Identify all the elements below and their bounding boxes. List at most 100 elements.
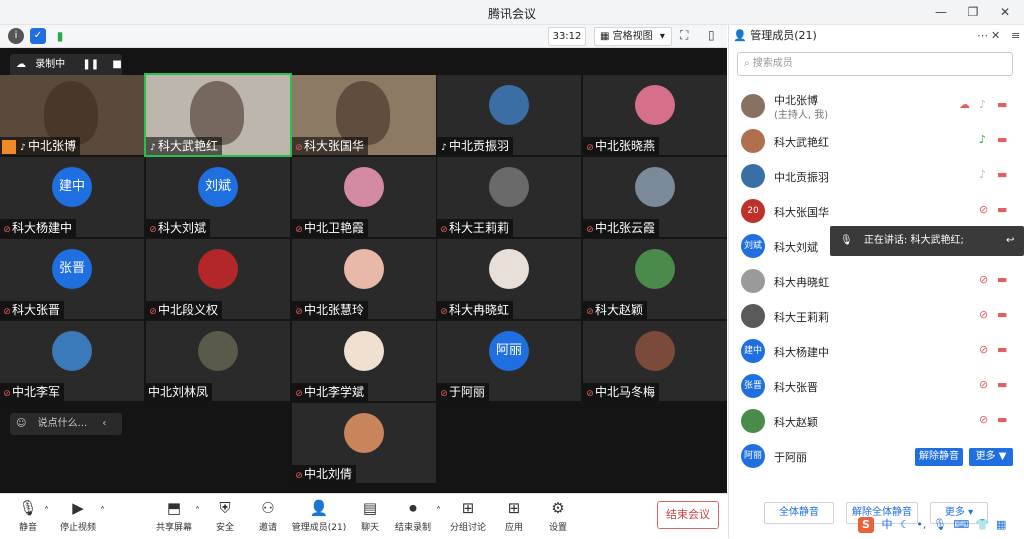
mic-muted-icon[interactable]: ⊘ — [979, 378, 988, 391]
view-switch-button[interactable]: ▦ 宫格视图 ▾ — [594, 27, 672, 46]
camera-off-icon[interactable]: ▬ — [997, 413, 1007, 426]
camera-off-icon[interactable]: ▬ — [997, 133, 1007, 146]
end-record-label: 结束录制 — [394, 523, 431, 533]
sidebar-toggle-icon[interactable]: ▯ — [708, 28, 715, 42]
moon-icon[interactable]: ☾ — [900, 518, 910, 531]
mic-muted-icon[interactable]: ⊘ — [979, 203, 988, 216]
member-row[interactable]: 科大赵颖 ⊘ ▬ — [729, 404, 1024, 438]
camera-off-icon[interactable]: ▬ — [997, 308, 1007, 321]
mic-muted-icon[interactable]: ⊘ — [979, 343, 988, 356]
shirt-icon[interactable]: 👕 — [976, 518, 990, 531]
grid-icon[interactable]: ▦ — [996, 518, 1006, 531]
participant-tile[interactable]: ⊘科大张国华 — [292, 75, 436, 155]
camera-off-icon[interactable]: ▬ — [997, 98, 1007, 111]
signal-icon[interactable]: ▮ — [52, 28, 68, 44]
member-row[interactable]: 20 科大张国华 ⊘ ▬ — [729, 194, 1024, 228]
unmute-button[interactable]: 解除静音 — [915, 448, 963, 466]
close-panel-icon[interactable]: ✕ — [991, 25, 1000, 47]
stop-icon[interactable]: ■ — [112, 59, 121, 70]
panel-header: 👤 管理成员(21) ⋯ ✕ ≡ — [729, 25, 1024, 47]
mute-all-button[interactable]: 全体静音 — [764, 502, 834, 524]
end-meeting-button[interactable]: 结束会议 — [657, 501, 719, 529]
mic-muted-icon[interactable]: ⊘ — [979, 273, 988, 286]
member-row[interactable]: 科大王莉莉 ⊘ ▬ — [729, 299, 1024, 333]
microphone-icon[interactable]: ♪ — [979, 98, 986, 111]
participant-tile[interactable]: 张晋 ⊘科大张晋 — [0, 239, 144, 319]
participant-tile[interactable]: 建中 ⊘科大杨建中 — [0, 157, 144, 237]
participant-tile[interactable]: ⊘中北段义权 — [146, 239, 290, 319]
participant-tile[interactable]: 中北刘林凤 — [146, 321, 290, 401]
member-name: 科大王莉莉 — [774, 311, 829, 324]
more-options-icon[interactable]: ⋯ — [977, 25, 988, 47]
settings-button[interactable]: ⚙ 设置 — [530, 498, 586, 533]
manage-members-button[interactable]: 👤 管理成员(21) — [288, 498, 350, 533]
chat-icon: ▤ — [362, 499, 378, 517]
ime-mode[interactable]: 中 — [882, 518, 893, 531]
participant-name: 中北卫艳霞 — [304, 221, 365, 235]
keyboard-icon[interactable]: ⌨ — [953, 518, 969, 531]
ime-logo-icon[interactable]: S — [858, 517, 874, 533]
camera-off-icon[interactable]: ▬ — [997, 343, 1007, 356]
settings-label: 设置 — [548, 523, 567, 533]
mic-muted-icon[interactable]: ⊘ — [979, 413, 988, 426]
participant-tile[interactable]: ⊘科大王莉莉 — [437, 157, 581, 237]
participant-avatar — [344, 167, 384, 207]
chevron-left-icon[interactable]: ‹ — [102, 418, 106, 429]
panel-scroll-icon[interactable]: ≡ — [1011, 25, 1020, 47]
microphone-icon[interactable]: 🎙 — [933, 518, 947, 531]
participant-tile[interactable]: ♪ 科大武艳红 — [144, 73, 292, 157]
participant-name: 中北张慧玲 — [304, 303, 365, 317]
participant-name: 科大冉晓虹 — [449, 303, 510, 317]
punctuation-icon[interactable]: •, — [916, 518, 926, 531]
camera-off-icon[interactable]: ▬ — [997, 168, 1007, 181]
microphone-icon[interactable]: ♪ — [979, 168, 986, 181]
participant-tile[interactable]: ⊘中北马冬梅 — [583, 321, 727, 401]
member-row[interactable]: 科大冉晓虹 ⊘ ▬ — [729, 264, 1024, 298]
chevron-up-icon[interactable]: ˄ — [44, 506, 49, 517]
fullscreen-icon[interactable]: ⛶ — [680, 28, 688, 43]
member-row[interactable]: 中北张博 (主持人, 我) ♪ ▬ ☁ — [729, 89, 1024, 123]
chevron-up-icon[interactable]: ˄ — [100, 506, 105, 517]
participant-name-label: ⊘中北李学斌 — [292, 383, 369, 401]
member-avatar: 刘斌 — [741, 234, 765, 258]
member-row[interactable]: 建中 科大杨建中 ⊘ ▬ — [729, 334, 1024, 368]
participant-tile[interactable]: ⊘科大赵颖 — [583, 239, 727, 319]
participant-tile[interactable]: ♪ 中北贡振羽 — [437, 75, 581, 155]
participant-tile[interactable]: ⊘中北刘倩 — [292, 403, 436, 483]
member-more-button[interactable]: 更多 ▼ — [969, 448, 1013, 466]
camera-off-icon[interactable]: ▬ — [997, 203, 1007, 216]
member-row[interactable]: 中北贡振羽 ♪ ▬ — [729, 159, 1024, 193]
view-label: 宫格视图 — [612, 31, 653, 42]
end-recording-button[interactable]: ⏺ 结束录制 — [385, 498, 441, 533]
participant-tile[interactable]: ⊘中北张慧玲 — [292, 239, 436, 319]
participant-tile[interactable]: ⊘中北张晓燕 — [583, 75, 727, 155]
camera-off-icon[interactable]: ▬ — [997, 378, 1007, 391]
participant-tile[interactable]: ⊘中北卫艳霞 — [292, 157, 436, 237]
member-search-input[interactable]: ⌕ 搜索成员 — [737, 52, 1013, 76]
restore-icon[interactable]: ❐ — [962, 3, 984, 21]
participant-tile[interactable]: ⊘中北李学斌 — [292, 321, 436, 401]
minimize-icon[interactable]: — — [930, 3, 952, 21]
participant-name-label: ⊘科大张国华 — [292, 137, 369, 155]
microphone-icon[interactable]: ♪ — [979, 133, 986, 146]
participant-tile[interactable]: ♪ 中北张博 — [0, 75, 144, 155]
camera-off-icon[interactable]: ▬ — [997, 273, 1007, 286]
emoji-icon[interactable]: ☺ — [16, 418, 26, 429]
member-row[interactable]: 科大武艳红 ♪ ▬ — [729, 124, 1024, 158]
back-arrow-icon[interactable]: ↩ — [1006, 226, 1014, 256]
shield-icon[interactable]: ✓ — [30, 28, 46, 44]
participant-tile[interactable]: ⊘中北张云霞 — [583, 157, 727, 237]
pause-icon[interactable]: ❚❚ — [82, 59, 99, 70]
info-icon[interactable]: i — [8, 28, 24, 44]
participant-tile[interactable]: 刘斌 ⊘科大刘斌 — [146, 157, 290, 237]
participant-tile[interactable]: 阿丽 ⊘于阿丽 — [437, 321, 581, 401]
participant-tile[interactable]: ⊘中北李军 — [0, 321, 144, 401]
share-screen-button[interactable]: ⬒ 共享屏幕 — [146, 498, 202, 533]
stop-video-button[interactable]: ▶ 停止视频 — [50, 498, 106, 533]
member-row[interactable]: 张晋 科大张晋 ⊘ ▬ — [729, 369, 1024, 403]
mic-muted-icon[interactable]: ⊘ — [979, 308, 988, 321]
member-avatar — [741, 94, 765, 118]
participant-tile[interactable]: ⊘科大冉晓虹 — [437, 239, 581, 319]
chat-input[interactable]: ☺ 说点什么... ‹ — [10, 413, 122, 435]
close-icon[interactable]: ✕ — [994, 3, 1016, 21]
